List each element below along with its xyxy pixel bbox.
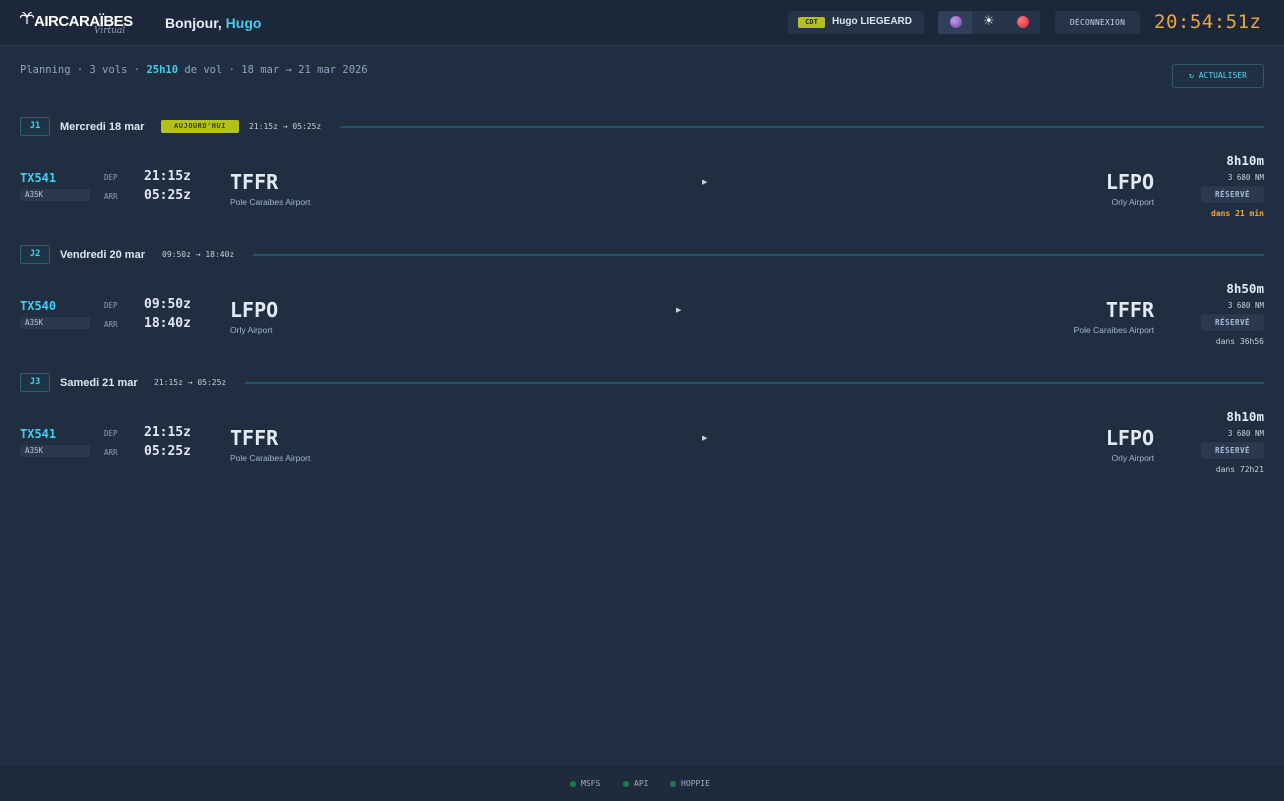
- service-hoppie: HOPPIE: [681, 779, 710, 788]
- flight-distance: 3 680 NM: [1227, 301, 1264, 310]
- day-badge: J2: [20, 245, 50, 264]
- destination-icao: TFFR: [1105, 298, 1154, 322]
- service-msfs: MSFS: [581, 779, 601, 788]
- booking-status-badge: RÉSERVÉ: [1201, 186, 1264, 203]
- dep-label: DEP: [104, 301, 118, 310]
- day-time-range: 09:50z → 18:40z: [162, 250, 235, 259]
- dep-time: 09:50z: [144, 297, 191, 312]
- greeting: Bonjour, Hugo: [165, 15, 261, 31]
- booking-status-badge: RÉSERVÉ: [1201, 442, 1264, 459]
- flight-distance: 3 680 NM: [1227, 429, 1264, 438]
- day-title: Vendredi 20 mar: [60, 249, 145, 261]
- utc-clock: 20:54:51z: [1154, 11, 1262, 33]
- day-header: J3 Samedi 21 mar 21:15z → 05:25z: [20, 373, 1264, 393]
- aircaraibes-logo[interactable]: AIRCARAÏBES Virtual: [20, 9, 140, 37]
- day-divider: [245, 382, 1264, 384]
- service-api: API: [634, 779, 649, 788]
- user-profile-chip[interactable]: CDT Hugo LIEGEARD: [788, 11, 924, 34]
- flight-duration: 8h10m: [1226, 153, 1264, 168]
- flight-duration: 8h50m: [1226, 281, 1264, 296]
- origin-airport-name: Pole Caraibes Airport: [230, 197, 311, 207]
- day-header: J2 Vendredi 20 mar 09:50z → 18:40z: [20, 245, 1264, 265]
- day-time-range: 21:15z → 05:25z: [154, 378, 227, 387]
- greeting-username: Hugo: [225, 15, 262, 31]
- destination-airport-name: Orly Airport: [1111, 453, 1154, 463]
- red-theme-icon: [1017, 16, 1029, 28]
- origin-airport-name: Pole Caraibes Airport: [230, 453, 311, 463]
- flight-number[interactable]: TX540: [20, 299, 56, 313]
- origin-icao: LFPO: [230, 298, 279, 322]
- day-badge: J3: [20, 373, 50, 392]
- refresh-button[interactable]: ↻ ACTUALISER: [1172, 64, 1264, 88]
- purple-theme-icon: [950, 16, 962, 28]
- arr-time: 18:40z: [144, 316, 191, 331]
- today-badge: AUJOURD'HUI: [161, 120, 239, 133]
- arr-label: ARR: [104, 320, 118, 329]
- aircraft-type: A35K: [20, 317, 90, 329]
- aircraft-type: A35K: [20, 189, 90, 201]
- logout-button[interactable]: DÉCONNEXION: [1055, 11, 1140, 34]
- rank-badge: CDT: [798, 17, 825, 28]
- status-footer: MSFS API HOPPIE: [0, 764, 1284, 801]
- api-status-dot-icon: [623, 781, 629, 787]
- logo-subtitle: Virtual: [94, 26, 126, 36]
- destination-icao: LFPO: [1105, 426, 1154, 450]
- route-arrow-icon: ▶: [676, 306, 682, 314]
- arr-label: ARR: [104, 192, 118, 201]
- theme-purple-button[interactable]: [938, 11, 972, 34]
- sun-icon: ☀: [983, 14, 995, 29]
- dep-time: 21:15z: [144, 169, 191, 184]
- destination-icao: LFPO: [1105, 170, 1154, 194]
- route-arrow-icon: ▶: [702, 434, 708, 442]
- planning-summary: Planning · 3 vols · 25h10 de vol · 18 ma…: [20, 64, 368, 76]
- destination-airport-name: Orly Airport: [1111, 197, 1154, 207]
- summary-suffix: de vol · 18 mar → 21 mar 2026: [184, 64, 368, 76]
- flight-row[interactable]: TX541 A35K DEP ARR 21:15z 05:25z TFFR Po…: [20, 409, 1264, 479]
- day-time-range: 21:15z → 05:25z: [249, 122, 322, 131]
- departure-countdown: dans 21 min: [1211, 209, 1264, 218]
- arr-time: 05:25z: [144, 444, 191, 459]
- summary-prefix: Planning · 3 vols ·: [20, 64, 141, 76]
- booking-status-badge: RÉSERVÉ: [1201, 314, 1264, 331]
- hoppie-status-dot-icon: [670, 781, 676, 787]
- day-header: J1 Mercredi 18 mar AUJOURD'HUI 21:15z → …: [20, 117, 1264, 137]
- greeting-text: Bonjour,: [165, 15, 222, 31]
- route-arrow-icon: ▶: [702, 178, 708, 186]
- day-divider: [253, 254, 1264, 256]
- palm-logo-icon: [20, 12, 34, 24]
- dep-label: DEP: [104, 429, 118, 438]
- origin-airport-name: Orly Airport: [230, 325, 273, 335]
- flight-number[interactable]: TX541: [20, 171, 56, 185]
- theme-red-button[interactable]: [1006, 11, 1040, 34]
- day-title: Samedi 21 mar: [60, 377, 138, 389]
- msfs-status-dot-icon: [570, 781, 576, 787]
- arr-label: ARR: [104, 448, 118, 457]
- flight-distance: 3 680 NM: [1227, 173, 1264, 182]
- summary-total-time: 25h10: [146, 64, 179, 76]
- flight-row[interactable]: TX540 A35K DEP ARR 09:50z 18:40z LFPO Or…: [20, 281, 1264, 351]
- origin-icao: TFFR: [230, 426, 279, 450]
- theme-light-button[interactable]: ☀: [972, 11, 1006, 34]
- top-bar: AIRCARAÏBES Virtual Bonjour, Hugo CDT Hu…: [0, 0, 1284, 46]
- flight-row[interactable]: TX541 A35K DEP ARR 21:15z 05:25z TFFR Po…: [20, 153, 1264, 223]
- arr-time: 05:25z: [144, 188, 191, 203]
- destination-airport-name: Pole Caraibes Airport: [1073, 325, 1154, 335]
- day-divider: [340, 126, 1264, 128]
- aircraft-type: A35K: [20, 445, 90, 457]
- dep-time: 21:15z: [144, 425, 191, 440]
- dep-label: DEP: [104, 173, 118, 182]
- day-badge: J1: [20, 117, 50, 136]
- origin-icao: TFFR: [230, 170, 279, 194]
- day-title: Mercredi 18 mar: [60, 121, 145, 133]
- user-full-name: Hugo LIEGEARD: [832, 16, 912, 27]
- departure-countdown: dans 36h56: [1215, 337, 1264, 346]
- flight-duration: 8h10m: [1226, 409, 1264, 424]
- flight-number[interactable]: TX541: [20, 427, 56, 441]
- departure-countdown: dans 72h21: [1215, 465, 1264, 474]
- theme-switcher: ☀: [938, 11, 1040, 34]
